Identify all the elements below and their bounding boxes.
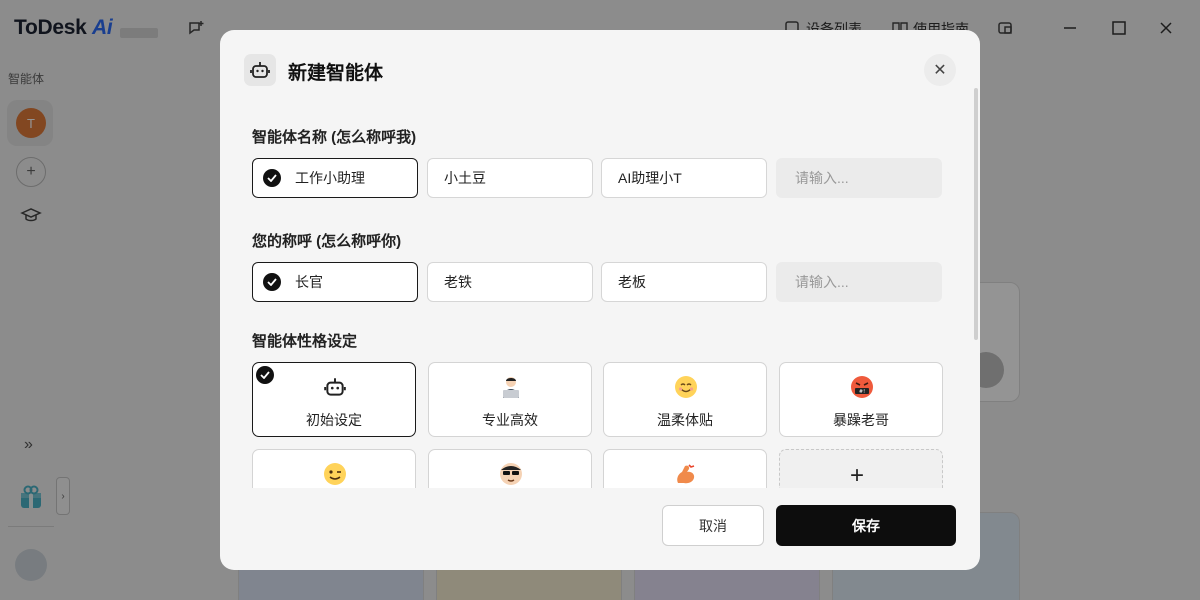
name-option-3[interactable]: AI助理小T: [601, 158, 767, 198]
cancel-button[interactable]: 取消: [662, 505, 764, 546]
personality-option-6[interactable]: [428, 449, 592, 488]
smiling-face-icon: [672, 373, 700, 401]
address-option-3[interactable]: 老板: [601, 262, 767, 302]
personality-label: 智能体性格设定: [252, 333, 358, 350]
laptop-person-icon: [497, 373, 525, 401]
personality-option-5[interactable]: [252, 449, 416, 488]
address-option-1[interactable]: 长官: [252, 262, 418, 302]
add-personality-button[interactable]: +: [779, 449, 943, 488]
svg-text:#!: #!: [859, 389, 865, 395]
robot-icon: [244, 54, 276, 86]
check-icon: [256, 366, 274, 384]
flexed-biceps-icon: [672, 460, 700, 488]
personality-option-gentle[interactable]: 温柔体贴: [603, 362, 767, 437]
sunglasses-face-icon: [497, 460, 525, 488]
name-option-1[interactable]: 工作小助理: [252, 158, 418, 198]
personality-option-professional[interactable]: 专业高效: [428, 362, 592, 437]
personality-option-default[interactable]: 初始设定: [252, 362, 416, 437]
user-address-label: 您的称呼 (怎么称呼你): [252, 233, 402, 250]
save-button[interactable]: 保存: [776, 505, 956, 546]
name-option-2[interactable]: 小土豆: [427, 158, 593, 198]
cursing-face-icon: #!: [848, 373, 876, 401]
personality-option-7[interactable]: [603, 449, 767, 488]
agent-name-label: 智能体名称 (怎么称呼我): [252, 129, 417, 146]
custom-name-input[interactable]: 请输入...: [776, 158, 942, 198]
address-option-2[interactable]: 老铁: [427, 262, 593, 302]
robot-icon: [321, 373, 349, 401]
close-icon[interactable]: ✕: [924, 54, 956, 86]
winking-face-icon: [321, 460, 349, 488]
personality-option-grumpy[interactable]: #! 暴躁老哥: [779, 362, 943, 437]
check-icon: [263, 169, 281, 187]
new-agent-dialog: 新建智能体 ✕ 智能体名称 (怎么称呼我) 工作小助理 小土豆 AI助理小T 请…: [220, 30, 980, 570]
dialog-scroll-area[interactable]: 智能体名称 (怎么称呼我) 工作小助理 小土豆 AI助理小T 请输入... 您的…: [220, 110, 980, 488]
dialog-title: 新建智能体: [288, 63, 384, 84]
check-icon: [263, 273, 281, 291]
dialog-scrollbar[interactable]: [974, 88, 978, 340]
custom-address-input[interactable]: 请输入...: [776, 262, 942, 302]
